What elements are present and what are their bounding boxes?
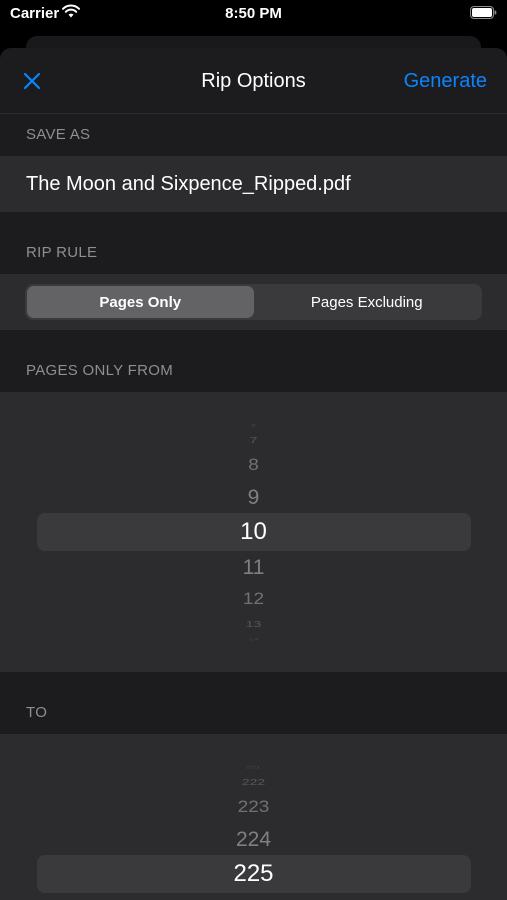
pages-to-picker[interactable]: 221 222 223 224 225 xyxy=(0,734,507,900)
generate-button[interactable]: Generate xyxy=(404,70,487,93)
segment-pages-excluding[interactable]: Pages Excluding xyxy=(254,286,481,318)
picker-value[interactable]: 12 xyxy=(0,591,507,607)
picker-value[interactable]: 7 xyxy=(0,436,507,444)
filename-field[interactable]: The Moon and Sixpence_Ripped.pdf xyxy=(0,156,507,212)
picker-value[interactable]: 11 xyxy=(0,557,507,578)
segment-pages-only[interactable]: Pages Only xyxy=(27,286,254,318)
save-as-header: SAVE AS xyxy=(26,126,91,143)
navigation-bar: Rip Options Generate xyxy=(0,48,507,114)
picker-value[interactable]: 221 xyxy=(0,765,507,769)
picker-value[interactable]: 223 xyxy=(0,799,507,815)
picker-value[interactable]: 224 xyxy=(0,829,507,850)
rip-options-sheet: Rip Options Generate SAVE AS The Moon an… xyxy=(0,48,507,900)
pages-from-header: PAGES ONLY FROM xyxy=(26,362,174,379)
picker-value[interactable]: 13 xyxy=(0,620,507,628)
picker-value[interactable]: 9 xyxy=(0,487,507,508)
rip-rule-cell: Pages Only Pages Excluding xyxy=(0,274,507,330)
pages-from-picker[interactable]: 6 7 8 9 10 11 12 13 14 xyxy=(0,392,507,672)
picker-value[interactable]: 222 xyxy=(0,778,507,786)
picker-selected-value[interactable]: 225 xyxy=(0,862,507,886)
picker-value[interactable]: 6 xyxy=(0,423,507,427)
status-bar: Carrier 8:50 PM xyxy=(0,0,507,30)
picker-value[interactable]: 8 xyxy=(0,457,507,473)
rip-rule-header: RIP RULE xyxy=(26,244,98,261)
status-time: 8:50 PM xyxy=(225,5,282,22)
picker-selected-value[interactable]: 10 xyxy=(0,520,507,544)
picker-value[interactable]: 14 xyxy=(0,637,507,641)
rip-rule-segmented-control: Pages Only Pages Excluding xyxy=(25,284,482,320)
to-header: TO xyxy=(26,704,48,721)
battery-icon xyxy=(470,6,497,19)
